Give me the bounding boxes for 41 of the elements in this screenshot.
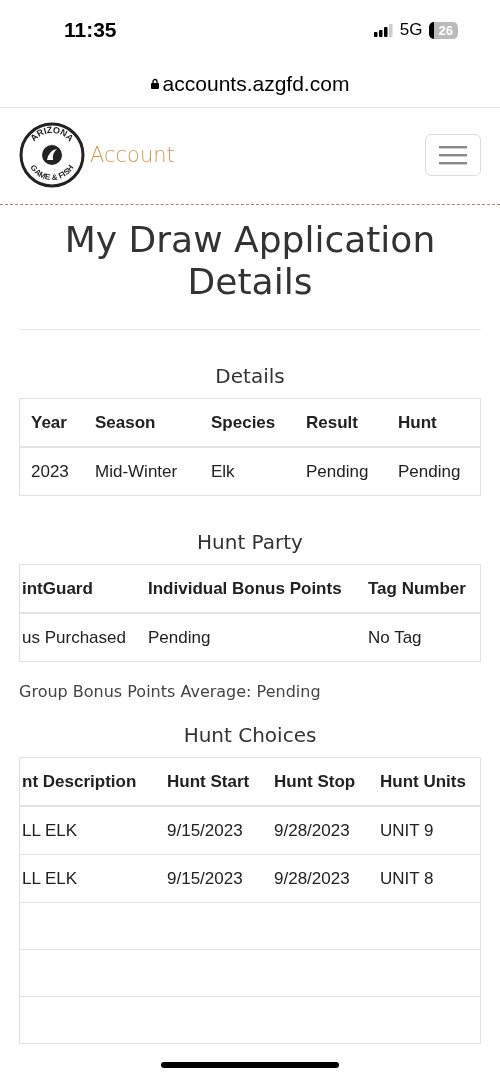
menu-icon	[439, 145, 467, 165]
table-cell-text: 9/15/2023	[167, 868, 244, 889]
column-header: Hunt Stop	[274, 771, 357, 792]
section-heading: Hunt Choices	[182, 723, 318, 747]
status-time: 11:35	[64, 18, 117, 42]
column-header: Season	[95, 412, 157, 433]
page-title: My Draw Application Details	[63, 219, 437, 303]
column-header: Result	[306, 412, 359, 433]
lock-icon	[150, 78, 159, 89]
column-header: Tag Number	[368, 578, 467, 599]
column-header: Hunt	[398, 412, 438, 433]
section-heading: Hunt Party	[196, 530, 304, 554]
table-cell-text: Pending	[148, 627, 212, 648]
column-header: Year	[31, 412, 68, 433]
column-header: nt Description	[21, 771, 138, 792]
network-label: 5G	[399, 20, 423, 40]
table-cell-text: LL ELK	[21, 820, 79, 841]
group-average-text: Group Bonus Points Average: Pending	[19, 682, 322, 701]
url-text[interactable]: accounts.azgfd.com	[162, 71, 350, 96]
column-header: intGuard	[21, 578, 94, 599]
table-cell-text: Pending	[398, 461, 462, 482]
table-cell-text: 9/15/2023	[167, 820, 244, 841]
column-header: Hunt Start	[167, 771, 251, 792]
column-header: Individual Bonus Points	[148, 578, 343, 599]
table-cell-text: 2023	[31, 461, 70, 482]
section-heading: Details	[214, 364, 286, 388]
table-cell-text: us Purchased	[21, 627, 127, 648]
signal-icon	[373, 23, 394, 37]
table-cell-text: UNIT 9	[380, 820, 435, 841]
table-cell-text: No Tag	[368, 627, 423, 648]
table-cell-text: LL ELK	[21, 868, 79, 889]
column-header: Species	[211, 412, 277, 433]
battery-indicator: 26	[428, 21, 458, 39]
table-cell-text: Elk	[211, 461, 236, 482]
table-cell-text: Pending	[306, 461, 370, 482]
table-cell-text: Mid-Winter	[95, 461, 179, 482]
menu-button[interactable]	[425, 134, 481, 176]
table-cell-text: 9/28/2023	[274, 820, 351, 841]
table-cell-text: UNIT 8	[380, 868, 435, 889]
column-header: Hunt Units	[380, 771, 467, 792]
table-cell-text: 9/28/2023	[274, 868, 351, 889]
